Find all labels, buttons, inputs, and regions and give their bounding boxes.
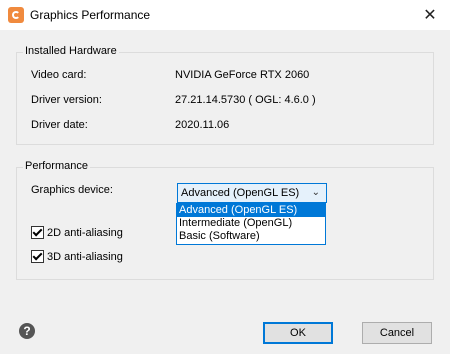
driver-version-value: 27.21.14.5730 ( OGL: 4.6.0 ) xyxy=(175,94,316,106)
window-title: Graphics Performance xyxy=(30,8,151,22)
installed-hardware-group: Installed Hardware Video card: NVIDIA Ge… xyxy=(16,45,434,145)
aa3d-checkbox[interactable] xyxy=(31,250,44,263)
title-bar: Graphics Performance ✕ xyxy=(0,0,450,30)
graphics-device-select[interactable]: Advanced (OpenGL ES) ⌄ xyxy=(177,183,327,203)
chevron-down-icon: ⌄ xyxy=(311,187,320,198)
driver-version-label: Driver version: xyxy=(31,94,102,106)
dropdown-option-basic[interactable]: Basic (Software) xyxy=(177,230,325,243)
aa3d-checkbox-row[interactable]: 3D anti-aliasing xyxy=(31,250,123,263)
graphics-device-selected-value: Advanced (OpenGL ES) xyxy=(181,187,300,199)
dropdown-option-intermediate[interactable]: Intermediate (OpenGL) xyxy=(177,217,325,230)
graphics-device-dropdown: Advanced (OpenGL ES) Intermediate (OpenG… xyxy=(176,203,326,245)
aa2d-checkbox-row[interactable]: 2D anti-aliasing xyxy=(31,226,123,239)
close-button[interactable]: ✕ xyxy=(410,0,450,30)
driver-date-value: 2020.11.06 xyxy=(175,119,230,131)
cancel-button[interactable]: Cancel xyxy=(362,322,432,344)
check-icon xyxy=(32,250,43,261)
ok-button[interactable]: OK xyxy=(263,322,333,344)
help-icon[interactable]: ? xyxy=(19,323,35,339)
aa3d-label: 3D anti-aliasing xyxy=(47,250,123,263)
performance-legend: Performance xyxy=(23,160,90,172)
video-card-label: Video card: xyxy=(31,69,87,81)
check-icon xyxy=(32,226,43,237)
video-card-value: NVIDIA GeForce RTX 2060 xyxy=(175,69,310,81)
aa2d-label: 2D anti-aliasing xyxy=(47,226,123,239)
dropdown-option-advanced[interactable]: Advanced (OpenGL ES) xyxy=(177,204,325,217)
driver-date-label: Driver date: xyxy=(31,119,88,131)
app-icon xyxy=(8,7,24,23)
aa2d-checkbox[interactable] xyxy=(31,226,44,239)
installed-hardware-legend: Installed Hardware xyxy=(23,45,119,57)
close-icon: ✕ xyxy=(423,7,437,24)
graphics-device-label: Graphics device: xyxy=(31,184,113,196)
